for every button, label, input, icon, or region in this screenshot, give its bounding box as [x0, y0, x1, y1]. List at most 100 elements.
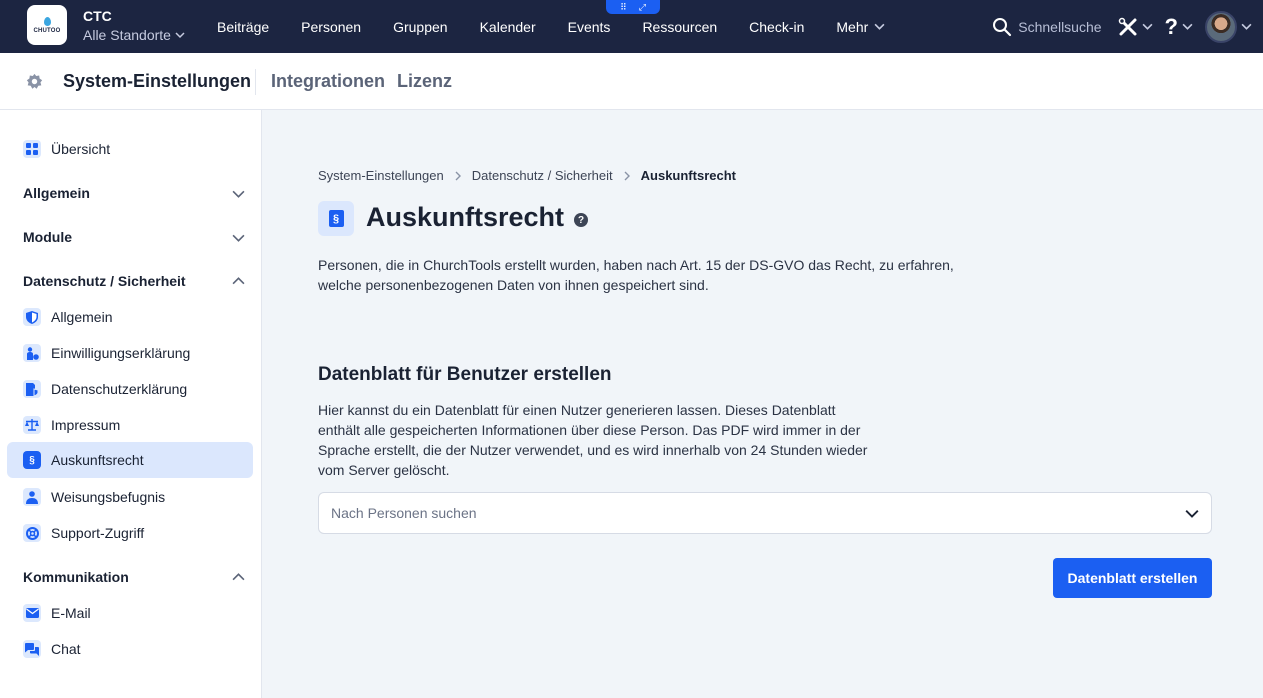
organization-switcher[interactable]: CTC Alle Standorte: [83, 8, 185, 45]
nav-item-check-in[interactable]: Check-in: [733, 0, 820, 53]
paragraph-glyph: §: [332, 212, 340, 225]
chevron-down-icon: [232, 234, 245, 242]
create-datasheet-button[interactable]: Datenblatt erstellen: [1053, 558, 1212, 598]
intro-text: Personen, die in ChurchTools erstellt wu…: [318, 257, 954, 293]
page-section-title: System-Einstellungen: [63, 71, 252, 91]
sidebar-item-auskunftsrecht[interactable]: § Auskunftsrecht: [7, 442, 253, 478]
gear-icon: [26, 73, 43, 89]
sidebar-item-label: Datenschutzerklärung: [51, 381, 188, 397]
nav-item-kalender[interactable]: Kalender: [464, 0, 552, 53]
nav-item-gruppen[interactable]: Gruppen: [377, 0, 463, 53]
avatar: [1205, 10, 1237, 43]
sidebar-group-label: Kommunikation: [23, 569, 129, 585]
sidebar-group-label: Allgemein: [23, 185, 90, 201]
breadcrumb-item-datenschutz[interactable]: Datenschutz / Sicherheit: [472, 168, 613, 183]
main-content: System-Einstellungen Datenschutz / Siche…: [262, 110, 1263, 698]
sidebar-item-label: Einwilligungserklärung: [51, 345, 191, 361]
header-divider: [255, 69, 256, 95]
chevron-down-icon: [232, 190, 245, 198]
nav-item-label: Gruppen: [393, 18, 448, 35]
settings-header: System-Einstellungen Integrationen Lizen…: [0, 53, 1263, 110]
sidebar-item-label: Impressum: [51, 417, 121, 433]
sidebar-item-einwilligungserklaerung[interactable]: Einwilligungserklärung: [7, 335, 253, 371]
breadcrumb-item-current: Auskunftsrecht: [640, 168, 736, 183]
chevron-right-icon: [624, 171, 630, 180]
nav-item-label: Kalender: [479, 18, 536, 35]
help-tooltip-icon[interactable]: ?: [574, 213, 588, 227]
person-consent-icon: [23, 344, 41, 362]
chevron-up-icon: [232, 276, 245, 284]
section-title: Datenblatt für Benutzer erstellen: [318, 364, 612, 385]
nav-item-label: Events: [567, 18, 611, 35]
sidebar-item-label: Chat: [51, 641, 81, 657]
nav-item-label: Beiträge: [217, 18, 270, 35]
nav-item-personen[interactable]: Personen: [285, 0, 377, 53]
person-search-select[interactable]: Nach Personen suchen: [318, 492, 1212, 534]
nav-item-label: Ressourcen: [642, 18, 718, 35]
chevron-right-icon: [455, 171, 461, 180]
top-navigation-bar: CHUTOO CTC Alle Standorte Beiträge Perso…: [0, 0, 1263, 53]
organization-name: CTC: [83, 8, 112, 24]
person-search-placeholder: Nach Personen suchen: [331, 505, 477, 521]
user-menu[interactable]: [1205, 10, 1252, 43]
sidebar-item-label: Allgemein: [51, 309, 113, 325]
sidebar-group-allgemein[interactable]: Allgemein: [23, 181, 245, 205]
help-menu[interactable]: ?: [1164, 13, 1193, 39]
admin-tools-menu[interactable]: [1118, 17, 1153, 37]
logo-drop-icon: [43, 16, 51, 26]
person-icon: [23, 488, 41, 506]
nav-item-mehr[interactable]: Mehr: [820, 0, 901, 53]
envelope-icon: [23, 604, 41, 622]
sidebar-item-uebersicht[interactable]: Übersicht: [7, 131, 253, 167]
paragraph-glyph: §: [29, 454, 35, 466]
sidebar-group-kommunikation[interactable]: Kommunikation: [23, 565, 245, 589]
lifebuoy-icon: [23, 524, 41, 542]
sidebar-item-chat[interactable]: Chat: [7, 631, 253, 667]
chevron-down-icon: [1185, 510, 1199, 518]
nav-item-label: Mehr: [836, 18, 869, 35]
chevron-down-icon: [1142, 23, 1153, 30]
grid-icon: [23, 140, 41, 158]
scales-icon: [23, 416, 41, 434]
chevron-down-icon: [1182, 23, 1193, 30]
document-shield-icon: [23, 380, 41, 398]
location-selector-label: Alle Standorte: [83, 27, 171, 43]
sidebar-group-module[interactable]: Module: [23, 225, 245, 249]
tab-integrationen[interactable]: Integrationen: [271, 71, 385, 92]
nav-item-beitraege[interactable]: Beiträge: [201, 0, 285, 53]
sidebar-item-e-mail[interactable]: E-Mail: [7, 595, 253, 631]
sidebar-item-support-zugriff[interactable]: Support-Zugriff: [7, 515, 253, 551]
sidebar-item-allgemein[interactable]: Allgemein: [7, 299, 253, 335]
tab-lizenz[interactable]: Lizenz: [397, 71, 452, 92]
chevron-up-icon: [232, 572, 245, 580]
help-icon: ?: [1164, 13, 1178, 39]
search-icon: [993, 17, 1012, 36]
paragraph-book-icon: §: [23, 451, 41, 469]
sidebar-item-datenschutzerklaerung[interactable]: Datenschutzerklärung: [7, 371, 253, 407]
breadcrumb: System-Einstellungen Datenschutz / Siche…: [318, 168, 736, 183]
nav-item-label: Check-in: [749, 18, 805, 35]
page-title: Auskunftsrecht: [366, 202, 565, 232]
sidebar-item-label: E-Mail: [51, 605, 91, 621]
sidebar-group-label: Module: [23, 229, 72, 245]
quick-search-button[interactable]: Schnellsuche: [992, 17, 1102, 37]
expand-icon: ⤢: [638, 1, 646, 12]
location-selector[interactable]: Alle Standorte: [83, 25, 185, 45]
settings-sidebar: Übersicht Allgemein Module Datenschutz /…: [0, 110, 262, 698]
breadcrumb-item-system-einstellungen[interactable]: System-Einstellungen: [318, 168, 444, 183]
paragraph-book-icon: §: [318, 201, 354, 236]
sidebar-group-datenschutz[interactable]: Datenschutz / Sicherheit: [23, 269, 245, 293]
sidebar-item-weisungsbefugnis[interactable]: Weisungsbefugnis: [7, 479, 253, 515]
sidebar-item-impressum[interactable]: Impressum: [7, 407, 253, 443]
chevron-down-icon: [175, 32, 185, 39]
grid-dots-icon: ⠿: [620, 1, 627, 12]
chevron-down-icon: [874, 23, 885, 30]
main-navigation: Beiträge Personen Gruppen Kalender Event…: [201, 0, 901, 53]
layout-handle[interactable]: ⠿ ⤢: [606, 0, 660, 14]
sidebar-item-label: Übersicht: [51, 141, 111, 157]
sidebar-item-label: Weisungsbefugnis: [51, 489, 166, 505]
logo-text: CHUTOO: [33, 27, 61, 34]
nav-item-label: Personen: [301, 18, 362, 35]
app-logo[interactable]: CHUTOO: [27, 5, 67, 45]
chat-bubbles-icon: [23, 640, 41, 658]
